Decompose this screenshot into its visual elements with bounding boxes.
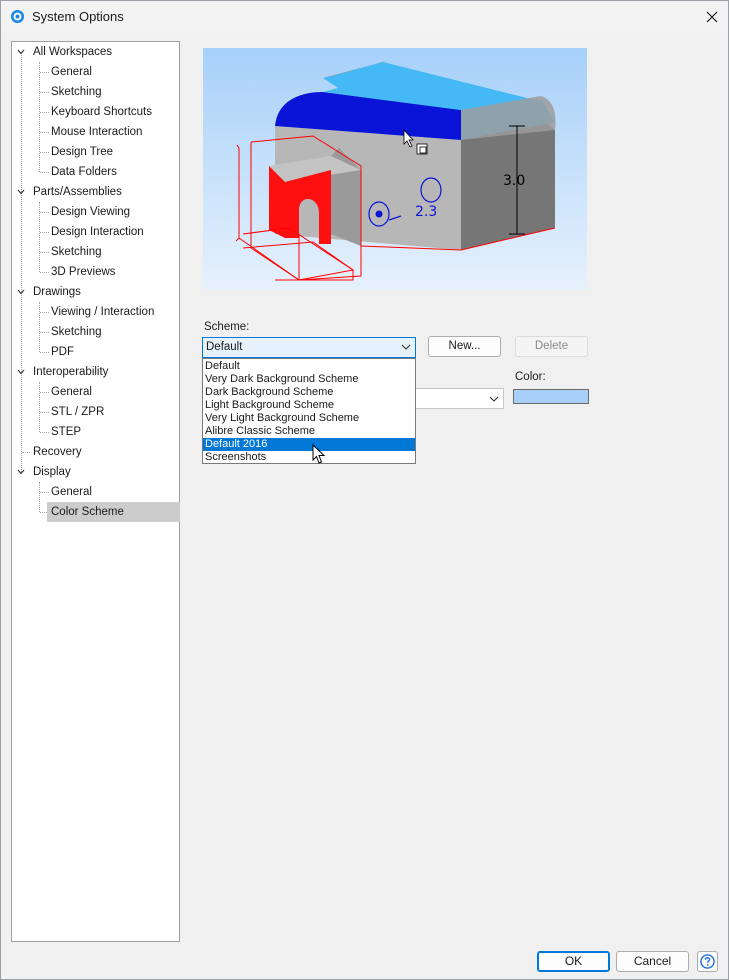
tree-item-label: General bbox=[51, 66, 92, 78]
help-icon bbox=[700, 954, 715, 969]
tree-group-label: Interoperability bbox=[33, 366, 109, 378]
tree-item-label: General bbox=[51, 486, 92, 498]
close-icon bbox=[706, 11, 718, 22]
tree-item-label: STL / ZPR bbox=[51, 406, 105, 418]
tree-item-color-scheme[interactable]: Color Scheme bbox=[47, 502, 180, 522]
tree-item-label: PDF bbox=[51, 346, 74, 358]
tree-item-label: Sketching bbox=[51, 246, 102, 258]
tree-branch-line bbox=[39, 482, 40, 512]
tree-group-label: All Workspaces bbox=[33, 46, 113, 58]
tree-group-label: Recovery bbox=[33, 446, 82, 458]
scheme-option[interactable]: Default bbox=[203, 360, 415, 373]
tree-item-label: Design Interaction bbox=[51, 226, 144, 238]
scheme-label: Scheme: bbox=[204, 321, 250, 333]
tree-group-display[interactable]: Display bbox=[12, 462, 179, 482]
tree-group-label: Parts/Assemblies bbox=[33, 186, 122, 198]
tree-item-label: Sketching bbox=[51, 326, 102, 338]
scheme-option[interactable]: Very Light Background Scheme bbox=[203, 412, 415, 425]
cancel-button[interactable]: Cancel bbox=[616, 951, 689, 972]
chevron-down-icon[interactable] bbox=[16, 182, 26, 202]
tree-item-label: Viewing / Interaction bbox=[51, 306, 155, 318]
scheme-dropdown-list: Default Very Dark Background Scheme Dark… bbox=[202, 358, 416, 464]
chevron-down-icon[interactable] bbox=[16, 362, 26, 382]
chevron-down-icon[interactable] bbox=[16, 42, 26, 62]
close-button[interactable] bbox=[696, 1, 728, 32]
tree-branch-line bbox=[39, 302, 40, 352]
tree-group-label: Display bbox=[33, 466, 71, 478]
color-label: Color: bbox=[515, 371, 546, 383]
tree-branch-line bbox=[39, 382, 40, 432]
tree-item-label: Design Tree bbox=[51, 146, 114, 158]
scheme-option[interactable]: Dark Background Scheme bbox=[203, 386, 415, 399]
tree-item-label: Design Viewing bbox=[51, 206, 131, 218]
tree-group-drawings[interactable]: Drawings bbox=[12, 282, 179, 302]
options-tree: All Workspaces General Sketching Keyboar… bbox=[11, 41, 180, 942]
tree-branch-line bbox=[39, 62, 40, 172]
help-button[interactable] bbox=[697, 951, 718, 972]
scheme-selected-value: Default bbox=[206, 341, 243, 353]
ok-button[interactable]: OK bbox=[537, 951, 610, 972]
chevron-down-icon[interactable] bbox=[16, 282, 26, 302]
color-swatch[interactable] bbox=[513, 389, 589, 404]
dimension-vertical-label: 3.0 bbox=[503, 173, 525, 189]
new-scheme-button[interactable]: New... bbox=[428, 336, 501, 357]
tree-item-label: Data Folders bbox=[51, 166, 117, 178]
scheme-preview: 3.0 2.3 bbox=[203, 48, 587, 290]
tree-item-label: Keyboard Shortcuts bbox=[51, 106, 153, 118]
scheme-option[interactable]: Alibre Classic Scheme bbox=[203, 425, 415, 438]
window-title: System Options bbox=[32, 9, 124, 24]
tree-group-label: Drawings bbox=[33, 286, 81, 298]
tree-group-parts-assemblies[interactable]: Parts/Assemblies bbox=[12, 182, 179, 202]
system-options-dialog: System Options All Workspaces General Sk… bbox=[0, 0, 729, 980]
gear-circle-icon bbox=[10, 9, 25, 24]
scheme-option[interactable]: Light Background Scheme bbox=[203, 399, 415, 412]
delete-scheme-button[interactable]: Delete bbox=[515, 336, 588, 357]
scheme-dropdown[interactable]: Default bbox=[202, 337, 416, 358]
tree-group-recovery[interactable]: Recovery bbox=[12, 442, 179, 462]
dimension-horizontal-label: 2.3 bbox=[415, 204, 437, 220]
scheme-option[interactable]: Screenshots bbox=[203, 451, 415, 464]
tree-root-line bbox=[21, 52, 22, 472]
tree-item-label: 3D Previews bbox=[51, 266, 116, 278]
tree-item-label: General bbox=[51, 386, 92, 398]
chevron-down-icon bbox=[489, 396, 499, 402]
preview-model-image: 3.0 2.3 bbox=[235, 60, 556, 281]
mouse-pointer-icon bbox=[312, 444, 326, 464]
tree-group-interoperability[interactable]: Interoperability bbox=[12, 362, 179, 382]
chevron-down-icon bbox=[401, 344, 411, 350]
tree-group-all-workspaces[interactable]: All Workspaces bbox=[12, 42, 179, 62]
tree-item-label: STEP bbox=[51, 426, 82, 438]
tree-item-label: Mouse Interaction bbox=[51, 126, 143, 138]
element-dropdown[interactable] bbox=[413, 388, 504, 409]
scheme-option-highlighted[interactable]: Default 2016 bbox=[203, 438, 415, 451]
tree-item-label: Sketching bbox=[51, 86, 102, 98]
tree-item-label: Color Scheme bbox=[47, 502, 180, 522]
title-bar: System Options bbox=[1, 1, 728, 32]
scheme-option[interactable]: Very Dark Background Scheme bbox=[203, 373, 415, 386]
chevron-down-icon[interactable] bbox=[16, 462, 26, 482]
